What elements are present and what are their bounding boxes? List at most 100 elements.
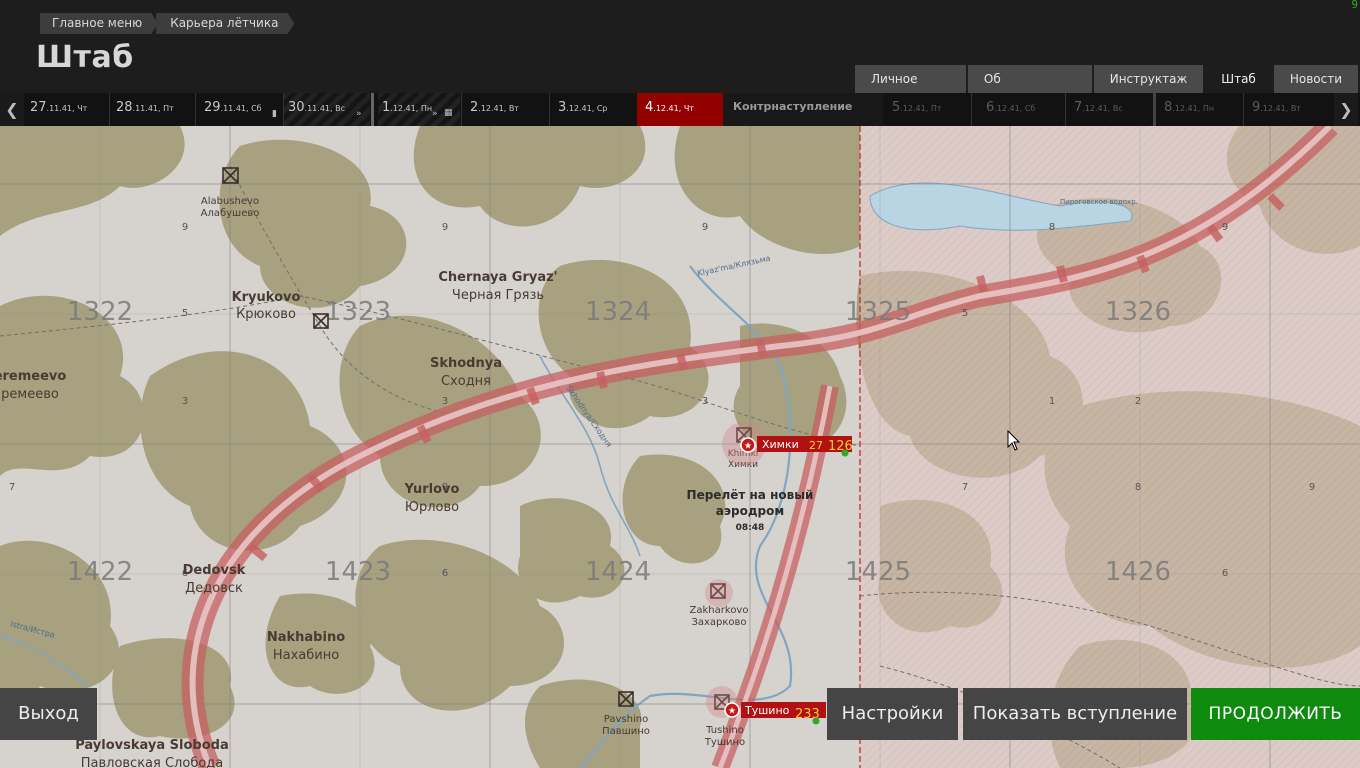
timeline-day[interactable]: 2.12.41, Вт [466, 93, 548, 126]
svg-text:Kryukovo: Kryukovo [232, 290, 301, 305]
header: Главное меню Карьера лётчика Штаб 9 Личн… [0, 0, 1360, 114]
mouse-cursor-icon [1007, 430, 1021, 451]
timeline-day[interactable]: 27.11.41, Чт [26, 93, 108, 126]
breadcrumb-main-menu[interactable]: Главное меню [40, 13, 158, 34]
svg-text:Пироговское водохр.: Пироговское водохр. [1060, 198, 1138, 206]
star-icon: ★ [728, 707, 736, 717]
svg-text:Дедовск: Дедовск [185, 581, 243, 596]
timeline-day[interactable]: 29.11.41, Сб ▮ [200, 93, 282, 126]
timeline-day-selected[interactable]: 4.12.41, Чт [637, 93, 723, 126]
svg-text:5: 5 [182, 308, 188, 319]
svg-text:9: 9 [1222, 222, 1228, 233]
timeline: ❮ 27.11.41, Чт 28.11.41, Пт 29.11.41, Сб… [0, 93, 1360, 126]
tab-headquarters[interactable]: Штаб [1205, 65, 1272, 93]
svg-text:3: 3 [442, 396, 448, 407]
timeline-day[interactable]: 30.11.41, Вс » [284, 93, 370, 126]
grid-label: 1325 [845, 297, 911, 327]
svg-text:ремеево: ремеево [1, 387, 59, 402]
exit-button[interactable]: Выход [0, 688, 97, 740]
tab-briefing[interactable]: Инструктаж [1093, 65, 1204, 93]
svg-text:2: 2 [1135, 396, 1141, 407]
chevron-left-icon[interactable]: ❮ [0, 93, 24, 126]
svg-text:27: 27 [809, 439, 823, 452]
svg-text:Захарково: Захарково [691, 617, 746, 628]
grid-label: 1323 [325, 297, 391, 327]
continue-button[interactable]: ПРОДОЛЖИТЬ [1191, 688, 1360, 740]
timeline-event-label: Контрнаступление [723, 93, 883, 126]
grid-label: 1423 [325, 557, 391, 587]
timeline-day[interactable]: 1.12.41, Пн » ▦ [378, 93, 460, 126]
svg-text:Перелёт на новый: Перелёт на новый [687, 488, 814, 502]
grid-label: 1422 [67, 557, 133, 587]
svg-text:Сходня: Сходня [441, 374, 491, 389]
svg-text:Нахабино: Нахабино [273, 648, 339, 663]
page-title: Штаб [36, 40, 134, 75]
svg-text:7: 7 [9, 482, 15, 493]
svg-text:126: 126 [828, 439, 853, 454]
svg-text:Тушино: Тушино [744, 704, 790, 717]
svg-text:Черная Грязь: Черная Грязь [452, 288, 544, 303]
tab-news[interactable]: Новости [1273, 65, 1358, 93]
tab-personal-file[interactable]: Личное дело [855, 65, 966, 114]
settings-button[interactable]: Настройки [827, 688, 958, 740]
svg-text:5: 5 [962, 308, 968, 319]
svg-text:9: 9 [442, 222, 448, 233]
grid-label: 1322 [67, 297, 133, 327]
svg-text:Юрлово: Юрлово [405, 500, 459, 515]
timeline-day[interactable]: 7.12.41, Вс [1070, 93, 1152, 126]
svg-text:Pavshino: Pavshino [604, 714, 648, 725]
timeline-day[interactable]: 9.12.41, Вт [1248, 93, 1330, 126]
tab-squadron[interactable]: Об эскадрилье [967, 65, 1092, 114]
svg-text:Yurlovo: Yurlovo [404, 482, 460, 497]
tab-bar: Личное дело Об эскадрилье Инструктаж Шта… [855, 65, 1360, 114]
svg-text:Крюково: Крюково [236, 307, 296, 322]
svg-text:Skhodnya: Skhodnya [430, 356, 502, 371]
svg-text:Paylovskaya Sloboda: Paylovskaya Sloboda [75, 738, 228, 753]
svg-text:3: 3 [702, 396, 708, 407]
timeline-day[interactable]: 28.11.41, Пт [112, 93, 194, 126]
grid-label: 1324 [585, 297, 651, 327]
timeline-day[interactable]: 3.12.41, Ср [554, 93, 636, 126]
svg-text:Павшино: Павшино [602, 726, 650, 737]
chevron-right-icon[interactable]: ❯ [1334, 93, 1358, 126]
battery-icon: ▮ [272, 109, 277, 119]
grid-label: 1424 [585, 557, 651, 587]
svg-text:3: 3 [182, 396, 188, 407]
svg-text:Tushino: Tushino [705, 725, 744, 736]
svg-text:1: 1 [1049, 396, 1055, 407]
timeline-day[interactable]: 6.12.41, Сб [982, 93, 1064, 126]
star-icon: ★ [744, 442, 752, 452]
breadcrumb-pilot-career[interactable]: Карьера лётчика [156, 13, 294, 34]
svg-text:9: 9 [182, 222, 188, 233]
fps-counter: 9 [1351, 0, 1358, 11]
fast-forward-icon: » [432, 109, 438, 119]
svg-text:Алабушево: Алабушево [201, 208, 260, 219]
svg-text:Павловская Слобода: Павловская Слобода [81, 756, 224, 768]
svg-text:08:48: 08:48 [736, 523, 765, 533]
svg-text:9: 9 [702, 222, 708, 233]
map-view[interactable]: 1322 1323 1324 1325 1326 1422 1423 1424 … [0, 126, 1360, 768]
svg-text:Alabushevo: Alabushevo [201, 196, 259, 207]
grid-label: 1426 [1105, 557, 1171, 587]
svg-text:Тушино: Тушино [704, 737, 745, 748]
grid-label: 1425 [845, 557, 911, 587]
show-intro-button[interactable]: Показать вступление [963, 688, 1187, 740]
svg-text:Химки: Химки [762, 438, 799, 451]
svg-text:6: 6 [1222, 568, 1228, 579]
svg-text:аэродром: аэродром [716, 504, 784, 518]
grid-label: 1326 [1105, 297, 1171, 327]
breadcrumb: Главное меню Карьера лётчика [40, 13, 296, 34]
fast-forward-icon: » [356, 109, 362, 119]
svg-text:6: 6 [442, 568, 448, 579]
svg-text:Chernaya Gryaz': Chernaya Gryaz' [438, 270, 557, 285]
svg-text:8: 8 [1135, 482, 1141, 493]
svg-text:9: 9 [1309, 482, 1315, 493]
svg-text:7: 7 [962, 482, 968, 493]
svg-text:Nakhabino: Nakhabino [267, 630, 345, 645]
svg-text:Dedovsk: Dedovsk [183, 563, 246, 578]
svg-text:eremeevo: eremeevo [0, 369, 66, 384]
calendar-icon: ▦ [444, 108, 453, 118]
svg-text:8: 8 [1049, 222, 1055, 233]
timeline-day[interactable]: 5.12.41, Пт [888, 93, 970, 126]
timeline-day[interactable]: 8.12.41, Пн [1160, 93, 1242, 126]
